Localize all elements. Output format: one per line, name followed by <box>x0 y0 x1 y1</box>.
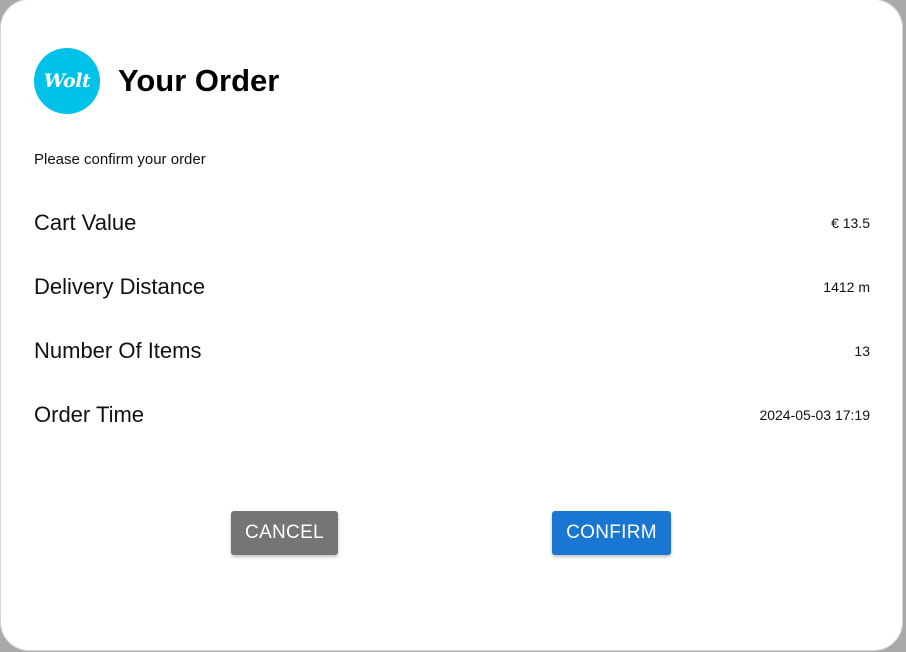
number-of-items-label: Number Of Items <box>34 338 202 363</box>
dialog-subtitle: Please confirm your order <box>34 151 206 168</box>
order-time-label: Order Time <box>34 402 145 427</box>
confirm-button[interactable]: CONFIRM <box>552 511 671 555</box>
order-time-value: 2024-05-03 17:19 <box>759 407 870 423</box>
cart-value-value: € 13.5 <box>831 215 870 231</box>
wolt-logo-text: Wolt <box>43 70 91 92</box>
cart-value-label: Cart Value <box>34 210 137 235</box>
cancel-button[interactable]: CANCEL <box>231 511 338 555</box>
dialog-title: Your Order <box>118 63 280 98</box>
number-of-items-value: 13 <box>854 343 870 359</box>
cart-value-row: Cart Value € 13.5 <box>34 208 870 238</box>
wolt-logo: Wolt <box>34 48 100 114</box>
number-of-items-row: Number Of Items 13 <box>34 336 870 366</box>
order-confirmation-dialog: Wolt Your Order Please confirm your orde… <box>1 0 902 650</box>
delivery-distance-label: Delivery Distance <box>34 274 206 299</box>
delivery-distance-value: 1412 m <box>823 279 870 295</box>
delivery-distance-row: Delivery Distance 1412 m <box>34 272 870 302</box>
dialog-header: Wolt Your Order <box>34 48 279 114</box>
order-time-row: Order Time 2024-05-03 17:19 <box>34 400 870 430</box>
